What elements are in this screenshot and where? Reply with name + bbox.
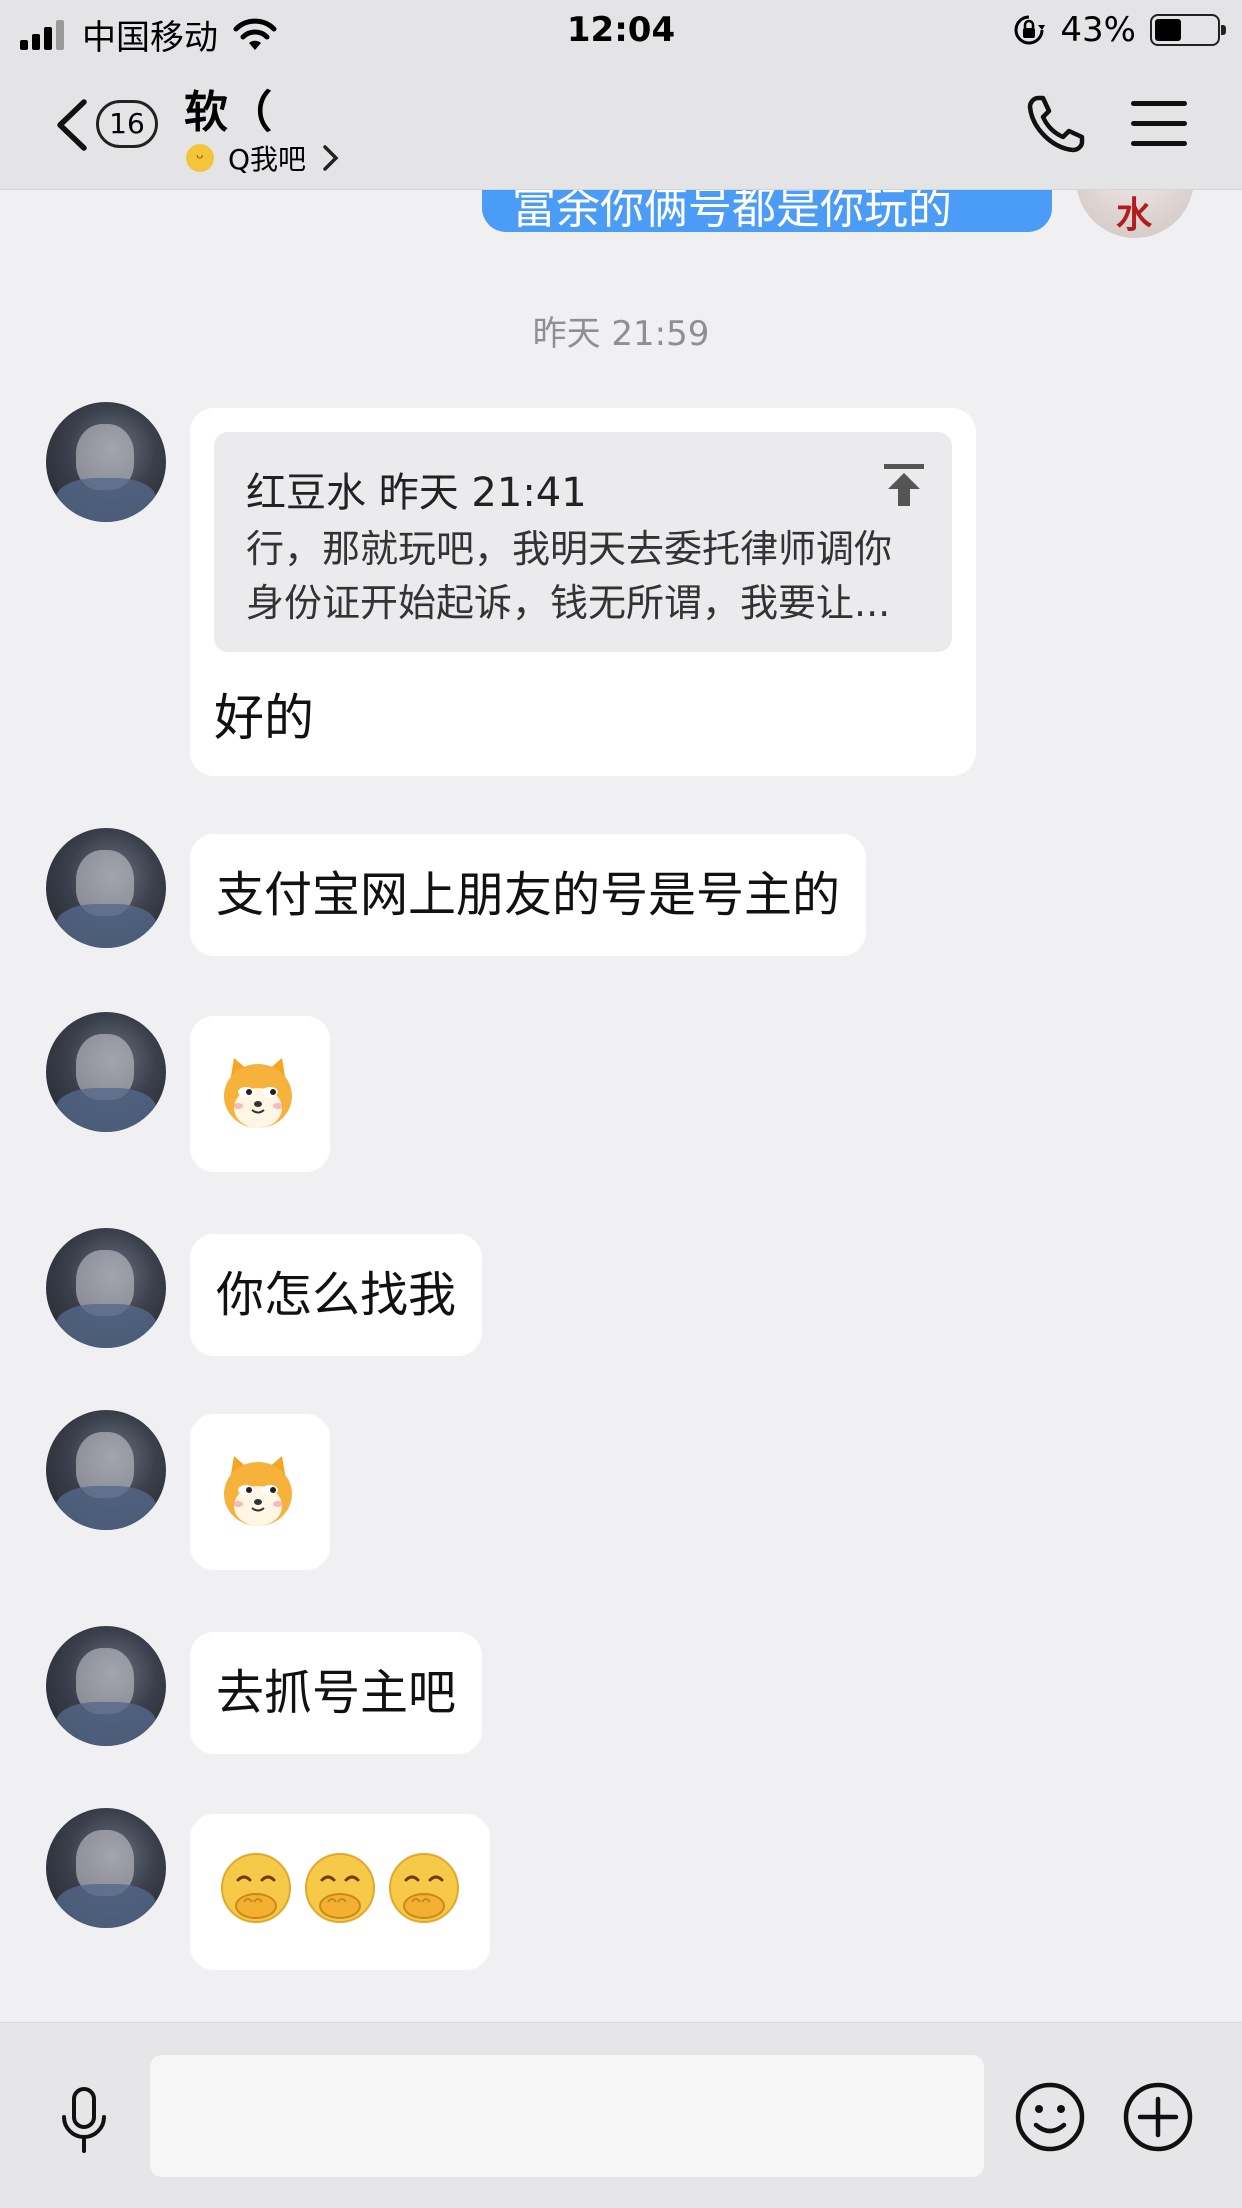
contact-avatar[interactable] [46,402,166,522]
chat-header: 16 软（ ᵕ Q我吧 [0,62,1242,190]
back-chevron-icon[interactable] [52,98,92,152]
quoted-message-header: 红豆水 昨天 21:41 [246,470,587,516]
quoted-message[interactable]: 红豆水 昨天 21:41 行，那就玩吧，我明天去委托律师调你身份证开始起诉，钱无… [214,432,952,652]
plus-circle-icon[interactable] [1122,2081,1194,2153]
sticker-message-bubble[interactable] [190,1016,330,1172]
top-bar: 中国移动 12:04 43% 16 软（ ᵕ Q我吧 [0,0,1242,190]
contact-avatar[interactable] [46,828,166,948]
incoming-message-bubble[interactable]: 你怎么找我 [190,1234,483,1356]
contact-avatar[interactable] [46,1410,166,1530]
covering-mouth-laugh-emoji-icon [305,1853,375,1923]
emoji-smile-icon[interactable] [1014,2081,1086,2153]
contact-avatar[interactable] [46,1012,166,1132]
shiba-dog-sticker-icon [224,1058,292,1128]
unread-count-badge[interactable]: 16 [96,100,158,148]
contact-name[interactable]: 软（ [184,76,272,140]
reply-text: 好的 [214,689,314,747]
my-avatar-text: 水 [1116,194,1153,236]
contact-status[interactable]: ᵕ Q我吧 [186,138,342,178]
status-bar: 中国移动 12:04 43% [0,0,1242,62]
smile-face-icon: ᵕ [186,144,214,172]
status-right: 43% [1012,10,1226,50]
emoji-message-bubble[interactable] [190,1814,490,1970]
battery-percent: 43% [1060,10,1136,50]
menu-icon[interactable] [1128,96,1190,152]
quoted-message-body: 行，那就玩吧，我明天去委托律师调你身份证开始起诉，钱无所谓，我要让... [246,527,893,625]
input-bar [0,2022,1242,2208]
incoming-message-bubble[interactable]: 去抓号主吧 [190,1632,483,1754]
microphone-icon[interactable] [54,2085,114,2155]
battery-icon [1150,14,1226,46]
contact-avatar[interactable] [46,1808,166,1928]
contact-avatar[interactable] [46,1228,166,1348]
message-input[interactable] [150,2055,984,2177]
sticker-message-bubble[interactable] [190,1414,330,1570]
my-avatar[interactable]: 水 [1076,190,1194,238]
covering-mouth-laugh-emoji-icon [389,1853,459,1923]
covering-mouth-laugh-emoji-icon [221,1853,291,1923]
message-timestamp: 昨天 21:59 [532,314,710,354]
battery-fill [1155,19,1181,41]
outgoing-message-bubble[interactable]: 富余你俩号都是你玩的 [482,190,1052,232]
orientation-lock-icon [1014,15,1046,45]
incoming-message-bubble[interactable]: 支付宝网上朋友的号是号主的 [190,834,867,956]
quote-reply-bubble[interactable]: 红豆水 昨天 21:41 行，那就玩吧，我明天去委托律师调你身份证开始起诉，钱无… [190,408,976,776]
shiba-dog-sticker-icon [224,1456,292,1526]
phone-call-icon[interactable] [1024,92,1088,156]
contact-status-label: Q我吧 [228,143,307,176]
chat-message-list[interactable]: 富余你俩号都是你玩的 水 昨天 21:59 红豆水 昨天 21:41 行，那就玩… [0,190,1242,2022]
chevron-right-icon [323,145,339,171]
contact-avatar[interactable] [46,1626,166,1746]
jump-to-top-icon[interactable] [882,462,926,508]
